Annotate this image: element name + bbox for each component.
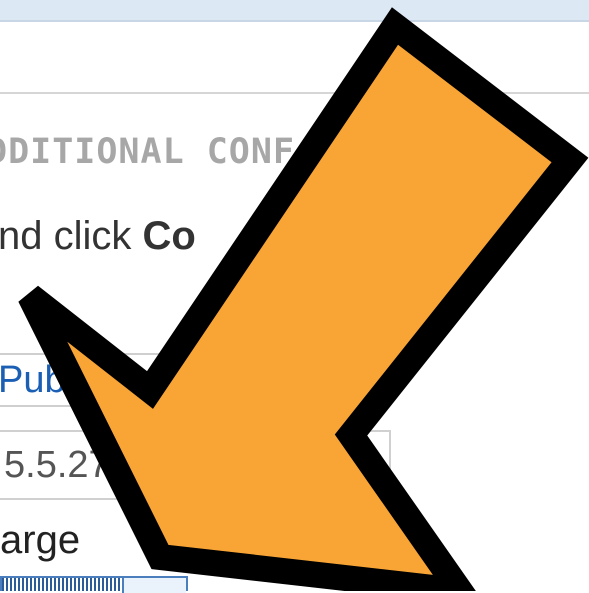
ip-type-value: Pub [0, 359, 66, 401]
ip-type-field[interactable]: Pub [0, 353, 176, 407]
progress-bar[interactable] [0, 576, 188, 593]
instruction-prefix: nd click [0, 214, 143, 258]
instruction-bold-link: Co [142, 214, 196, 258]
arrow-shape [18, 7, 589, 591]
version-field[interactable]: 5.5.27 [0, 430, 391, 500]
additional-config-heading: DDITIONAL CONF [0, 132, 296, 172]
instruction-text: nd click Co [0, 214, 196, 259]
size-value[interactable]: arge [0, 518, 80, 563]
version-value: 5.5.27 [4, 444, 110, 486]
section-divider [0, 92, 589, 94]
orange-arrow-overlay [18, 7, 589, 591]
top-header-strip [0, 0, 589, 22]
